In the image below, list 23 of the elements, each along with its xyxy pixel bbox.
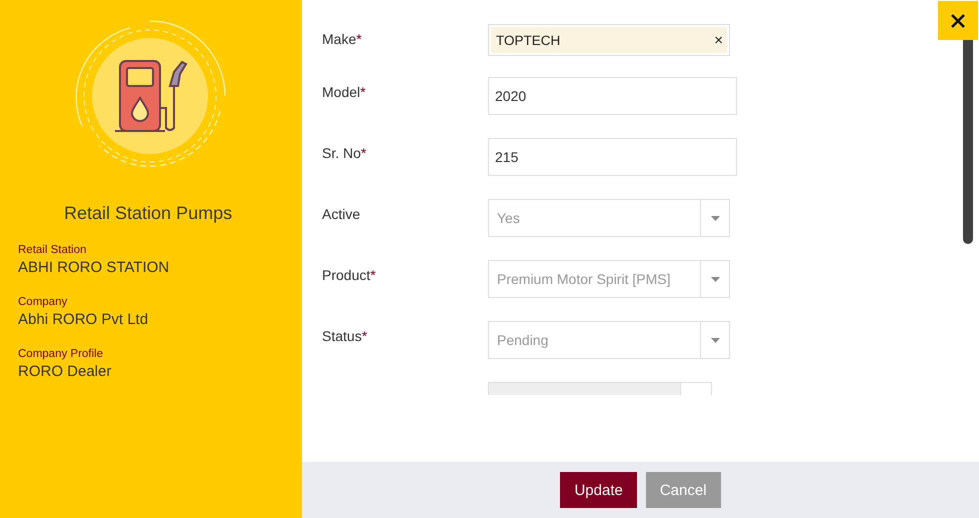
detail-label: Retail Station (18, 244, 86, 256)
panel-title: Retail Station Pumps (64, 203, 232, 224)
caret-icon (710, 216, 720, 220)
field-label: Active (322, 206, 360, 222)
field-label: Make* (322, 31, 362, 47)
update-button[interactable]: Update (560, 472, 637, 508)
field-label: Product* (322, 267, 376, 283)
caret-icon (710, 338, 720, 342)
caret-icon (710, 276, 720, 282)
field-label: Model* (322, 84, 366, 100)
close-icon (950, 12, 966, 28)
detail-label: Company (18, 296, 68, 308)
detail-label: Company Profile (18, 348, 104, 360)
field-label: Status* (322, 328, 368, 344)
field-label: Sr. No* (322, 145, 366, 161)
scrollbar[interactable] (963, 40, 973, 244)
close-button[interactable] (938, 1, 978, 40)
text-input-field[interactable]: 2020 (488, 77, 737, 115)
detail-value: Abhi RORO Pvt Ltd (18, 311, 148, 328)
detail-value: RORO Dealer (18, 363, 112, 380)
text-input-field[interactable]: 215 (488, 138, 737, 176)
detail-value: ABHI RORO STATION (18, 259, 170, 276)
remove-tag-button[interactable]: × (714, 32, 723, 48)
